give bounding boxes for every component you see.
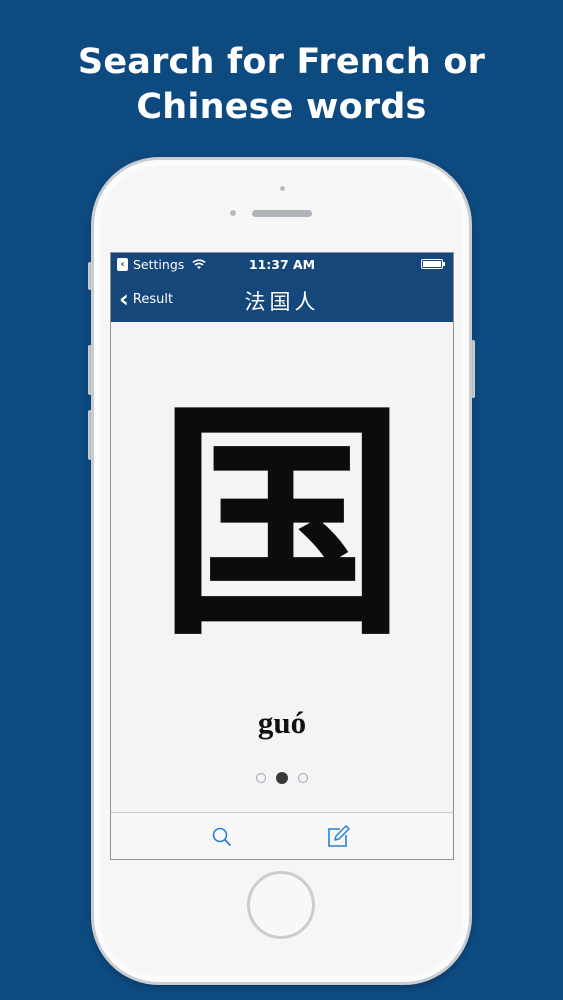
proximity-sensor — [230, 210, 236, 216]
page-dot-1[interactable] — [256, 773, 266, 783]
page-dot-2[interactable] — [276, 772, 288, 784]
bottom-toolbar — [111, 812, 453, 859]
character-detail: 国 guó — [111, 322, 453, 812]
earpiece-speaker — [252, 210, 312, 217]
headline-line-2: Chinese words — [136, 87, 427, 127]
edit-note-button[interactable] — [325, 824, 351, 850]
status-time: 11:37 AM — [248, 257, 316, 272]
headline-line-1: Search for French or — [77, 42, 486, 82]
battery-icon — [421, 259, 445, 269]
chinese-character: 国 — [157, 375, 407, 669]
page-indicator[interactable] — [111, 772, 453, 784]
search-icon — [212, 827, 231, 846]
search-button[interactable] — [209, 824, 235, 850]
headline: Search for French or Chinese words — [0, 40, 563, 130]
navigation-bar: ‹ Result 法国人 — [111, 277, 453, 322]
phone-screen: ‹ Settings 11:37 AM ‹ Result 法国人 国 guó — [110, 252, 454, 860]
pinyin-reading: guó — [257, 705, 307, 740]
page-dot-3[interactable] — [298, 773, 308, 783]
home-button[interactable] — [247, 871, 315, 939]
compose-icon — [328, 825, 350, 847]
status-bar: ‹ Settings 11:37 AM — [111, 253, 453, 277]
page-title: 法国人 — [244, 290, 320, 314]
front-camera — [280, 186, 285, 191]
